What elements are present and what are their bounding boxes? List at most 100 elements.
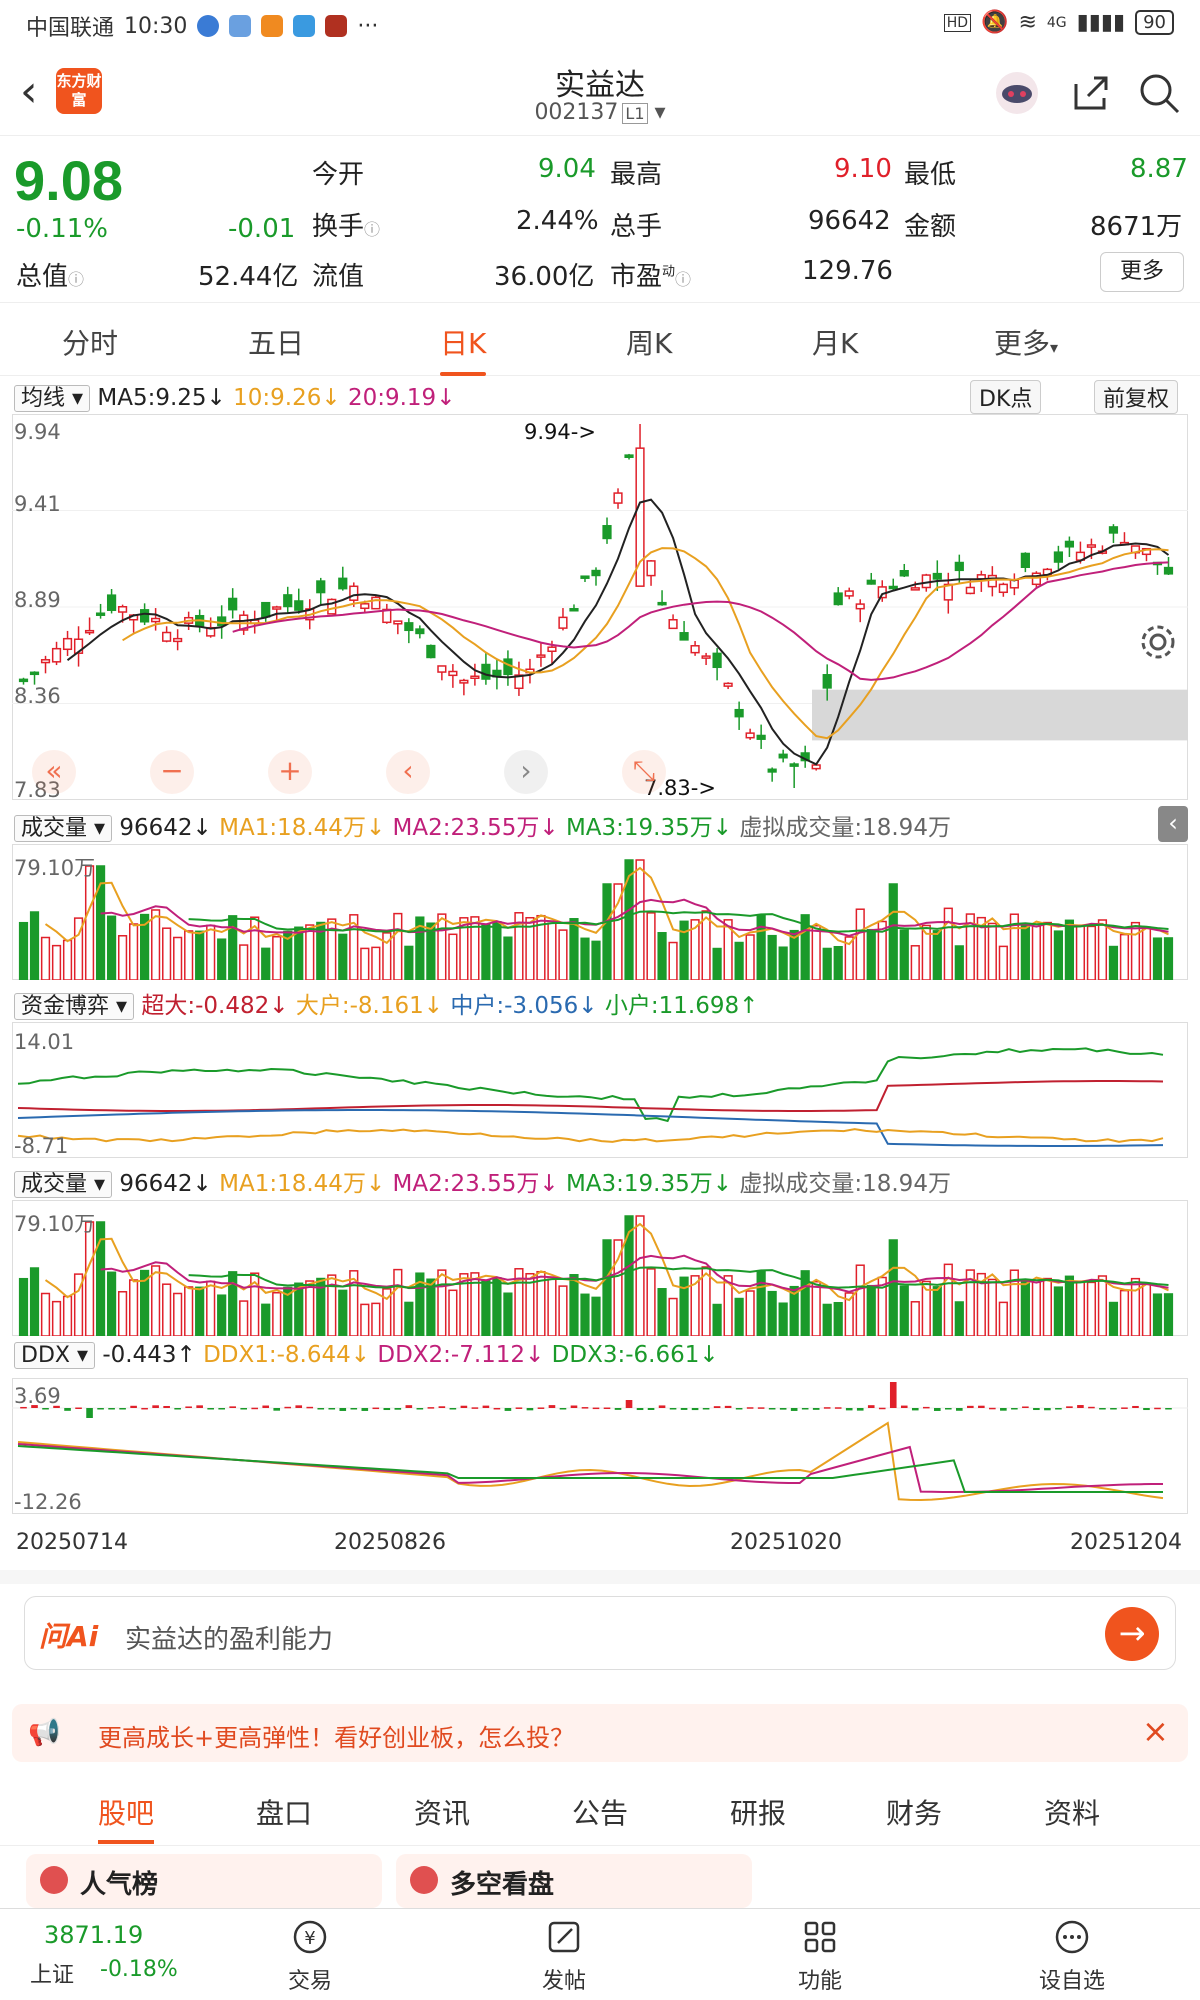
volume-bar [40,1292,51,1336]
fund-mid-line [17,1109,1164,1147]
tab-research[interactable]: 研报 [730,1792,786,1832]
ddx-bar [1099,1408,1106,1410]
ddx-bar [317,1408,325,1410]
scroll-left-icon[interactable]: ‹ [386,750,430,794]
mktcap-label[interactable]: 总值ⓘ [16,256,84,293]
candle-body [338,577,348,590]
close-banner-icon[interactable]: × [1142,1712,1169,1750]
candle-body [558,616,568,629]
turnover-label[interactable]: 换手ⓘ [312,206,380,243]
ddx-bar [978,1405,985,1408]
candle-body [173,637,183,643]
volume-bar [1042,1277,1052,1336]
vol2-virtual: 虚拟成交量:18.94万 [739,1171,951,1197]
zoom-out-icon[interactable]: − [150,750,194,794]
volume-bar [547,922,557,980]
dk-point-button[interactable]: DK点 [970,380,1042,414]
fund-big: 大户:-8.161 [295,993,424,1019]
candle-body [1163,566,1174,575]
volume-value: 96642 [808,206,891,236]
vol1-indicator-select[interactable]: 成交量 ▾ [14,815,113,842]
stock-code: 002137 [534,100,619,125]
float-label: 流值 [312,262,365,292]
tab-weekly-k[interactable]: 周K [626,322,672,362]
tab-news[interactable]: 资讯 [414,1792,470,1832]
fund-ymin: -8.71 [14,1134,69,1158]
ma20-readout: 20:9.19 [347,385,437,411]
zoom-in-icon[interactable]: + [268,750,312,794]
tab-pankou[interactable]: 盘口 [256,1792,312,1832]
index-change[interactable]: -0.18% [100,1957,178,1982]
scroll-right-icon[interactable]: › [504,750,548,794]
fullscreen-icon[interactable]: ⤡ [622,750,666,794]
share-icon[interactable] [1068,70,1114,116]
ai-submit-arrow-icon[interactable]: → [1105,1607,1159,1661]
more-quote-button[interactable]: 更多 [1100,252,1184,292]
ddx-bar [328,1408,336,1410]
nav-functions[interactable]: 功能 [770,1917,870,1995]
ddx-bar [779,1408,787,1410]
nav-add-watchlist[interactable]: 设自选 [1022,1917,1122,1995]
ddx-indicator-select[interactable]: DDX ▾ [14,1342,95,1369]
vol2-indicator-select[interactable]: 成交量 ▾ [14,1171,113,1198]
signal-icon: ▮▮▮▮ [1076,10,1126,35]
candle-body [756,734,766,740]
volume-bar [1086,1281,1097,1336]
collapse-panel-icon[interactable]: ‹ [1158,806,1188,842]
index-name[interactable]: 上证 [30,1957,74,1989]
volume-chart-2[interactable] [12,1200,1188,1336]
volume-bar [734,1297,744,1336]
adjust-mode-button[interactable]: 前复权 [1094,380,1179,414]
nav-trade[interactable]: ¥ 交易 [260,1917,360,1995]
tab-more[interactable]: 更多▾ [994,322,1058,362]
fund-indicator-select[interactable]: 资金博弈 ▾ [14,993,135,1020]
candle-body [723,682,733,687]
tab-five-day[interactable]: 五日 [248,322,304,362]
ai-question-box[interactable]: 问Ai 实益达的盈利能力 → [24,1596,1176,1670]
pe-label[interactable]: 市盈动ⓘ [610,256,691,293]
candle-body [624,454,634,458]
tab-announcements[interactable]: 公告 [572,1792,628,1832]
longshort-card-title: 多空看盘 [450,1870,555,1900]
tab-finance[interactable]: 财务 [886,1792,942,1832]
kline-indicator-select[interactable]: 均线 ▾ [14,385,91,412]
index-value[interactable]: 3871.19 [44,1921,143,1949]
tab-intraday[interactable]: 分时 [62,322,118,362]
vol1-ymax: 79.10万 [14,856,96,880]
ddx-bar [647,1408,655,1410]
fund-game-chart[interactable] [12,1022,1188,1158]
popular-card[interactable]: 人气榜 [26,1854,382,1908]
volume-chart-1[interactable] [12,844,1188,980]
ddx-chart[interactable] [12,1378,1188,1514]
candle-body [888,585,898,590]
volume-bar [117,935,128,980]
assistant-avatar-icon[interactable] [994,70,1040,116]
volume-bar [954,1301,964,1336]
search-icon[interactable] [1136,70,1182,116]
tab-guba[interactable]: 股吧 [98,1792,155,1844]
volume-bar [162,927,172,980]
candle-body [855,603,865,610]
candle-body [393,620,403,625]
scroll-left-fast-icon[interactable]: « [32,750,76,794]
hd-icon: HD [943,13,972,32]
volume-bar [1020,923,1030,980]
tab-profile[interactable]: 资料 [1044,1792,1100,1832]
gap-zone [812,689,1188,741]
longshort-card[interactable]: 多空看盘 [396,1854,752,1908]
ddx-frame [12,1378,1188,1514]
kline-chart[interactable] [12,414,1188,800]
send-icon [229,15,252,37]
ddx-bar [680,1408,688,1410]
volume-bar [811,1280,821,1336]
volume-bar [1064,919,1075,980]
volume-bar [987,922,997,980]
promo-banner[interactable]: 📢 更高成长+更高弹性！看好创业板，怎么投？ × [12,1704,1188,1762]
nav-post[interactable]: 发帖 [514,1917,614,1995]
tab-monthly-k[interactable]: 月K [812,322,858,362]
kline-y-3: 8.89 [14,588,61,612]
ddx-bar [427,1407,435,1409]
ddx-bar [350,1408,358,1410]
tab-daily-k[interactable]: 日K [440,322,487,376]
candle-body [866,579,876,585]
